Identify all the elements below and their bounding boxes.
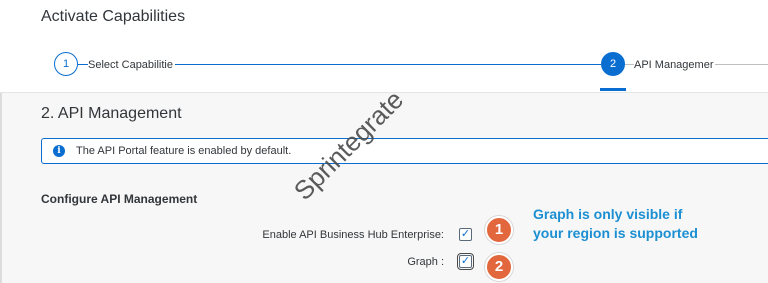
annotation-badge-2: 2 [485, 253, 513, 281]
annotation-badge-1: 1 [485, 216, 513, 244]
info-message-text: The API Portal feature is enabled by def… [76, 145, 292, 157]
step-2-circle[interactable]: 2 [601, 52, 625, 76]
step-2-label[interactable]: API Managemer [634, 59, 716, 71]
callout-line-2: your region is supported [533, 225, 698, 241]
checkmark-icon: ✓ [460, 255, 471, 267]
step-1-label[interactable]: Select Capabilitie [88, 59, 175, 71]
callout-line-1: Graph is only visible if [533, 206, 683, 222]
active-step-indicator [600, 88, 626, 91]
graph-checkbox[interactable]: ✓ [457, 253, 474, 270]
annotation-callout: Graph is only visible if your region is … [533, 205, 763, 243]
checkmark-icon: ✓ [460, 228, 471, 240]
section-title: 2. API Management [41, 105, 182, 122]
page-title: Activate Capabilities [41, 8, 186, 25]
wizard-header: Activate Capabilities 1 Select Capabilit… [0, 0, 768, 93]
step-1-circle[interactable]: 1 [54, 52, 78, 76]
enable-api-hub-label: Enable API Business Hub Enterprise: [262, 229, 444, 241]
info-message-strip: i The API Portal feature is enabled by d… [41, 138, 768, 164]
config-heading: Configure API Management [41, 192, 198, 206]
graph-label: Graph : [407, 256, 444, 268]
info-icon: i [53, 145, 65, 157]
enable-api-hub-checkbox[interactable]: ✓ [459, 228, 472, 241]
